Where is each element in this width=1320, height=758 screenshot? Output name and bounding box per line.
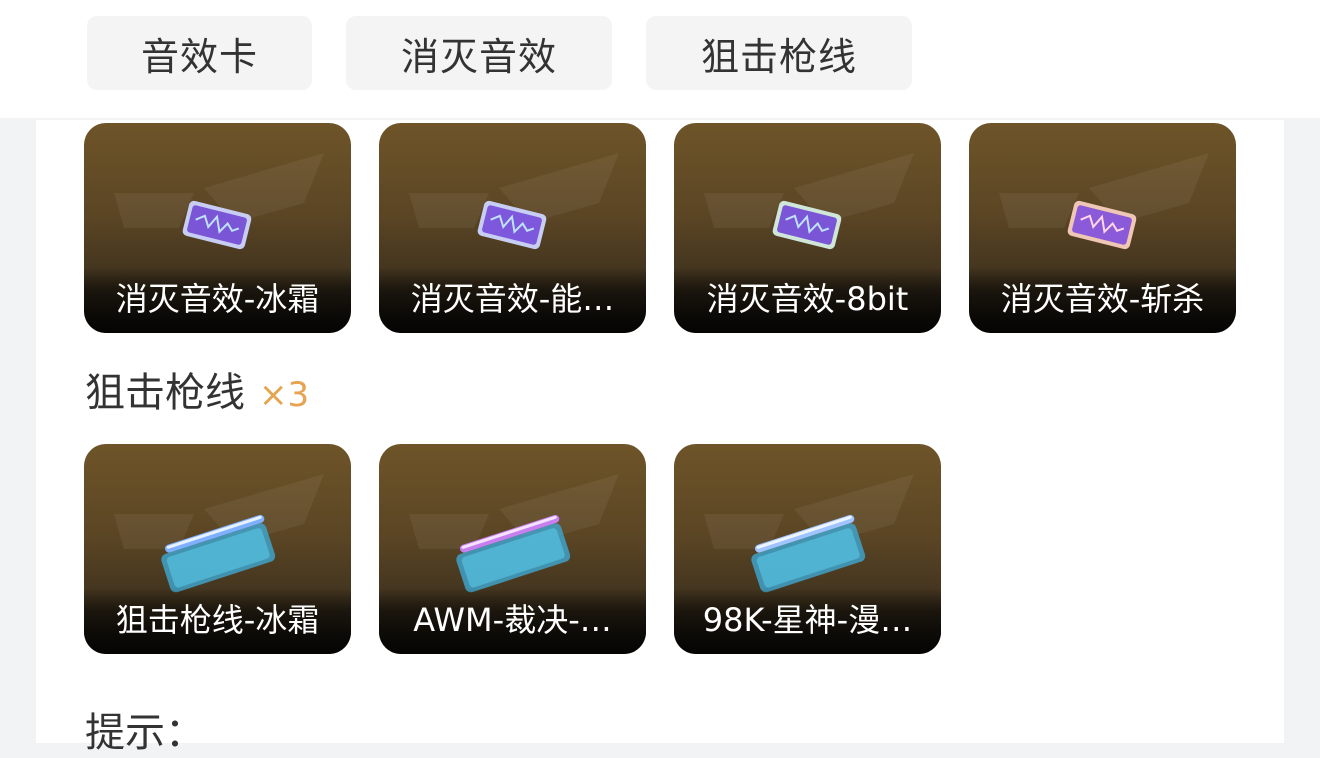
item-name: 消灭音效-8bit <box>706 280 909 318</box>
item-card-elimination-sound[interactable]: 消灭音效-8bit <box>674 123 941 333</box>
item-name: 消灭音效-能… <box>410 280 615 318</box>
category-tab-bar: 音效卡 消灭音效 狙击枪线 <box>0 0 1320 118</box>
item-card-elimination-sound[interactable]: 消灭音效-能… <box>379 123 646 333</box>
item-name: AWM-裁决-… <box>413 601 612 639</box>
item-name: 狙击枪线-冰霜 <box>115 601 320 639</box>
item-name: 98K-星神-漫… <box>702 601 913 639</box>
section-title-sniper-line: 狙击枪线 ×3 <box>85 360 309 418</box>
item-card-elimination-sound[interactable]: 消灭音效-冰霜 <box>84 123 351 333</box>
section-title-text: 狙击枪线 <box>85 370 245 416</box>
item-name: 消灭音效-斩杀 <box>1000 280 1205 318</box>
item-count-badge: ×3 <box>259 375 310 415</box>
item-card-sniper-line[interactable]: AWM-裁决-… <box>379 444 646 654</box>
item-name: 消灭音效-冰霜 <box>115 280 320 318</box>
item-card-sniper-line[interactable]: 98K-星神-漫… <box>674 444 941 654</box>
item-card-elimination-sound[interactable]: 消灭音效-斩杀 <box>969 123 1236 333</box>
tab-elimination-sound[interactable]: 消灭音效 <box>346 16 612 90</box>
item-card-sniper-line[interactable]: 狙击枪线-冰霜 <box>84 444 351 654</box>
tips-heading: 提示： <box>85 710 205 756</box>
tab-sound-card[interactable]: 音效卡 <box>87 16 312 90</box>
tab-sniper-line[interactable]: 狙击枪线 <box>646 16 912 90</box>
